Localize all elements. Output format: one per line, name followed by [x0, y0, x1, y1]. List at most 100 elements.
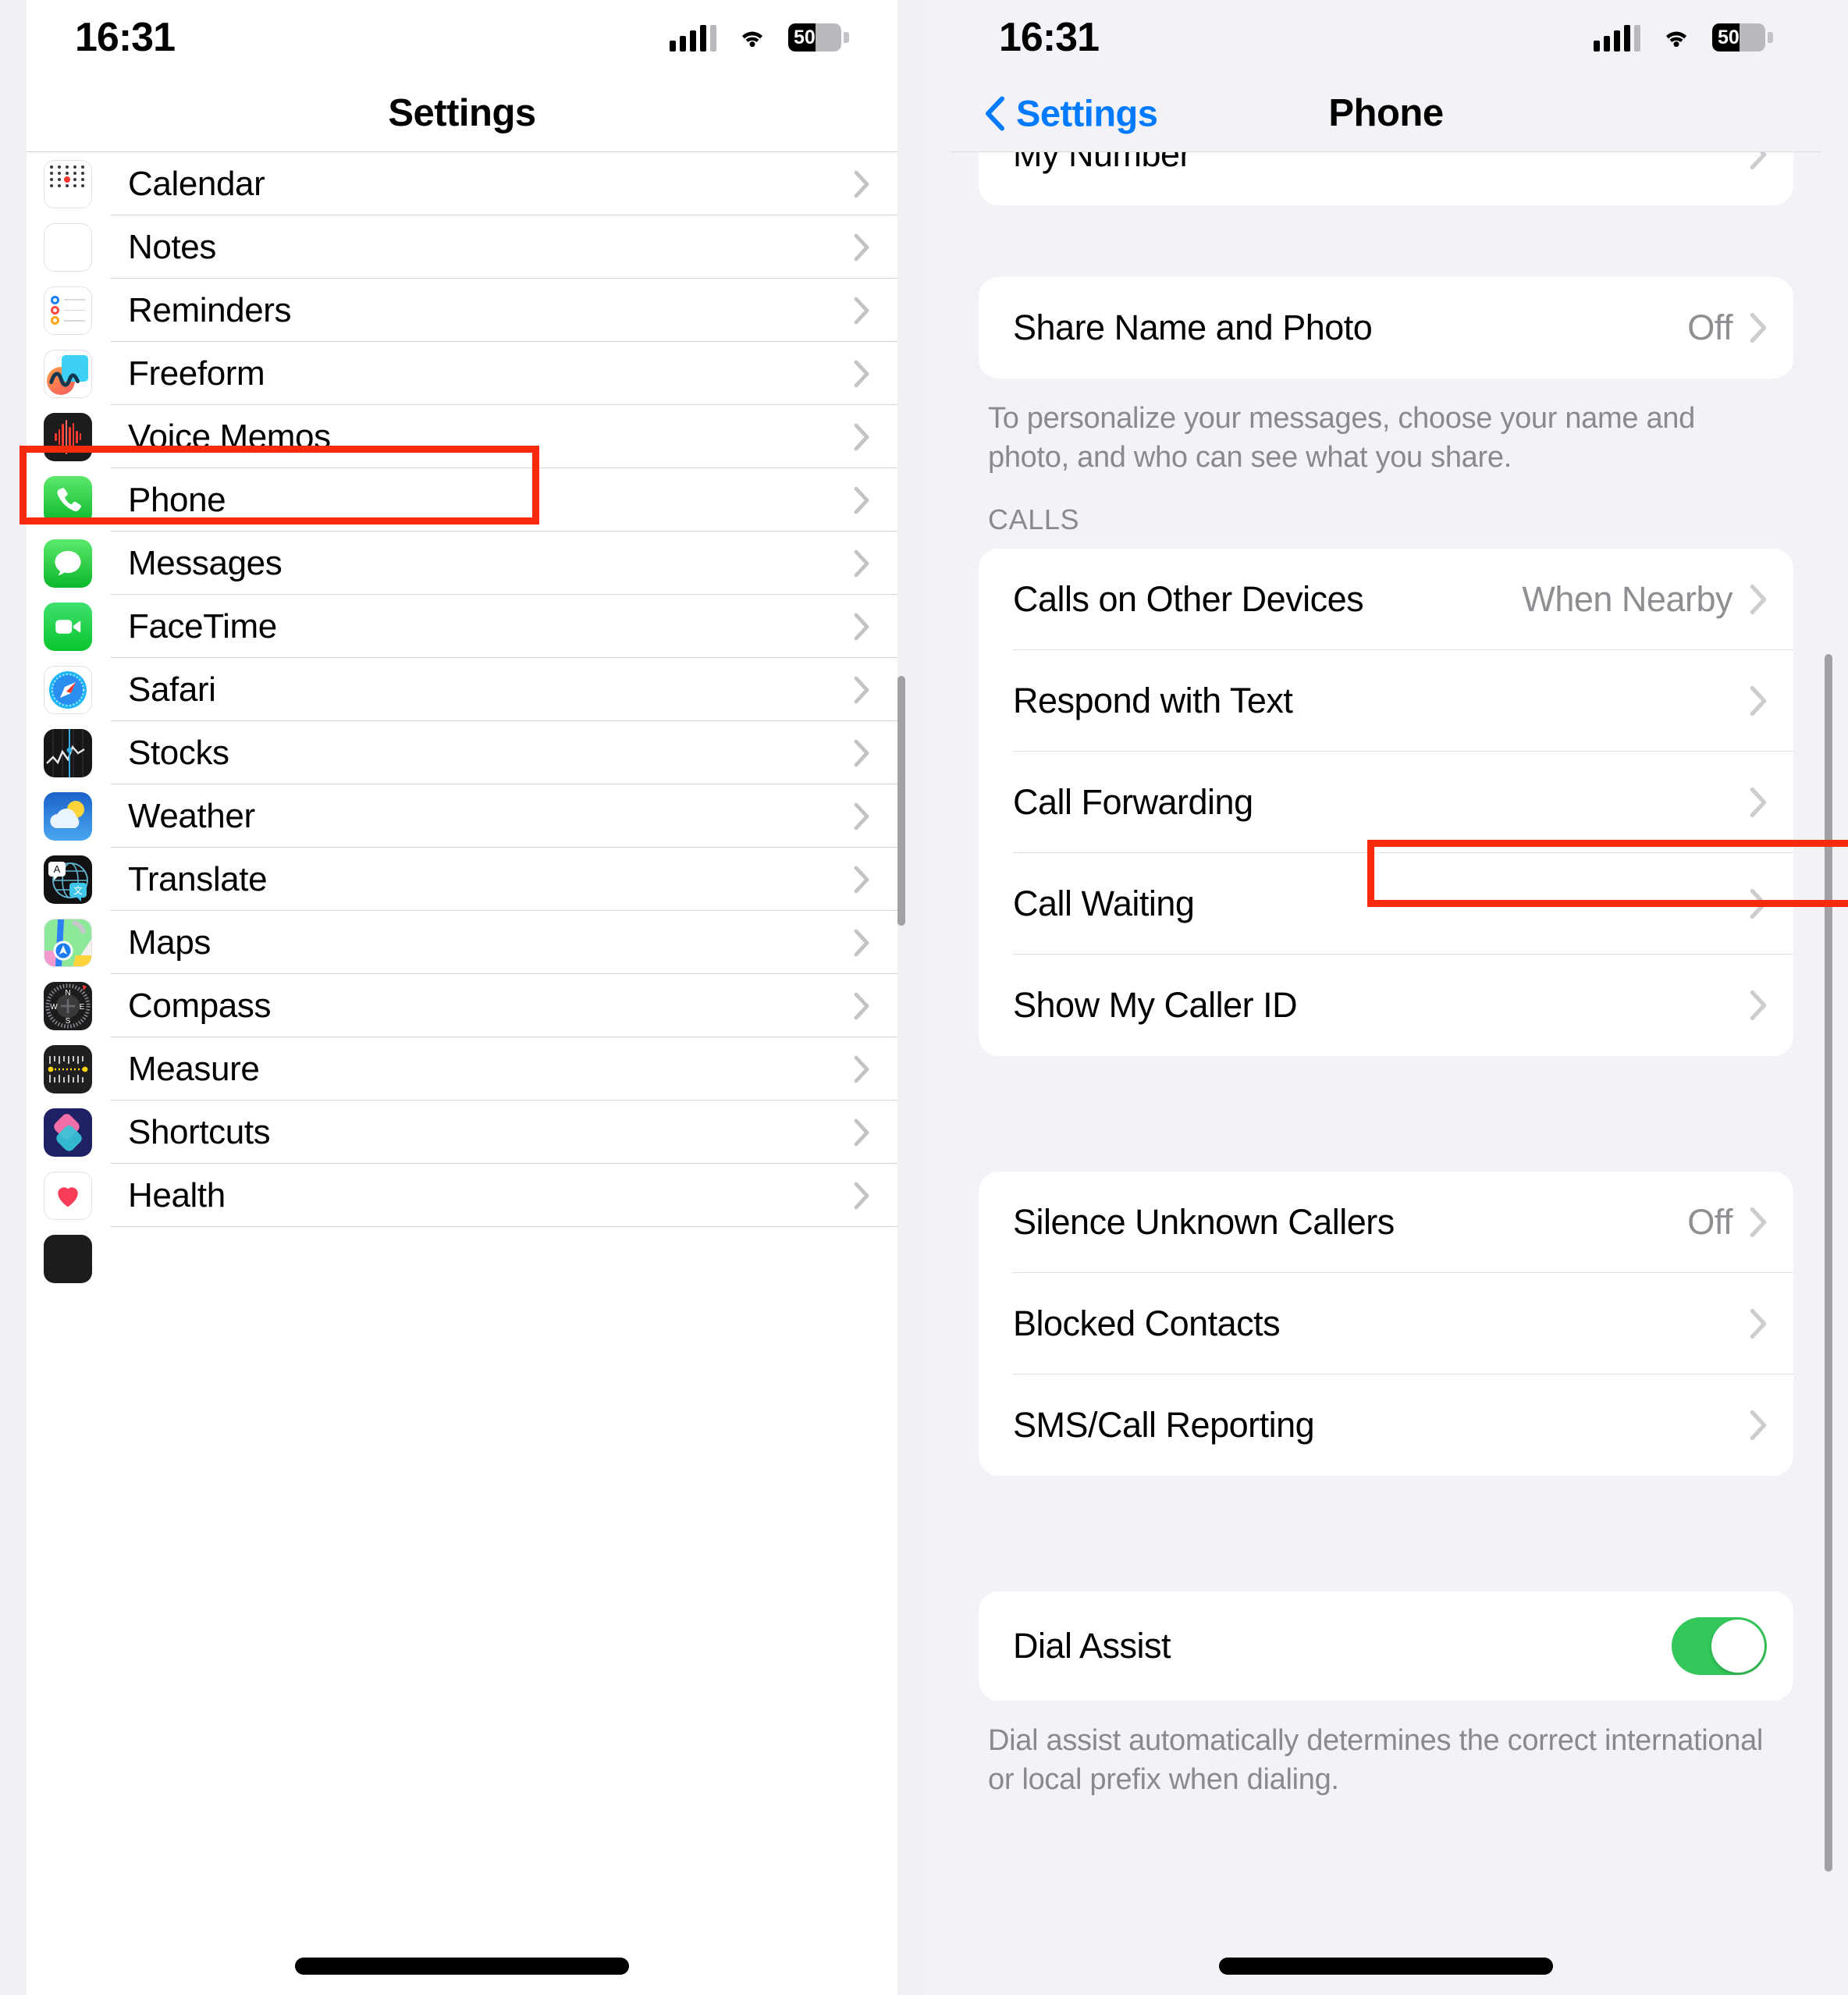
chevron-right-icon: [854, 739, 869, 766]
page-title: Settings: [388, 92, 536, 134]
weather-app-icon: [44, 791, 92, 841]
sidebar-item-label: Notes: [128, 227, 216, 266]
back-button[interactable]: Settings: [985, 92, 1158, 135]
chevron-right-icon: [854, 613, 869, 640]
sidebar-item-facetime[interactable]: FaceTime: [27, 595, 897, 658]
sidebar-item-notes[interactable]: Notes: [27, 215, 897, 279]
sidebar-item-label: Reminders: [128, 290, 292, 329]
row-value: Off: [1687, 1202, 1732, 1243]
sidebar-item-safari[interactable]: Safari: [27, 658, 897, 721]
chevron-right-icon: [1750, 990, 1767, 1021]
svg-text:E: E: [80, 1003, 85, 1012]
battery-icon: 50: [788, 23, 849, 52]
status-bar: 16:31 50: [0, 0, 924, 75]
row-label: Share Name and Photo: [1013, 308, 1373, 347]
partial-app-icon: [44, 1234, 92, 1283]
row-silence-unknown-callers[interactable]: Silence Unknown Callers Off: [979, 1172, 1793, 1274]
sidebar-item-shortcuts[interactable]: Shortcuts: [27, 1101, 897, 1164]
row-label: Silence Unknown Callers: [1013, 1202, 1395, 1243]
left-gutter: [0, 0, 27, 1995]
sidebar-item-label: Maps: [128, 923, 211, 962]
settings-list[interactable]: Calendar Notes Reminders Freeform Voice …: [27, 152, 897, 1995]
row-label: My Number: [1013, 152, 1192, 174]
row-value: When Nearby: [1522, 579, 1732, 620]
row-label: SMS/Call Reporting: [1013, 1405, 1315, 1446]
settings-navbar: Settings: [0, 75, 924, 151]
share-name-photo-card: Share Name and Photo Off: [979, 277, 1793, 379]
sidebar-item-label: Stocks: [128, 733, 229, 772]
chevron-right-icon: [1750, 1410, 1767, 1441]
row-respond-with-text[interactable]: Respond with Text: [979, 650, 1793, 752]
left-scrollbar[interactable]: [897, 676, 905, 926]
row-calls-on-other-devices[interactable]: Calls on Other Devices When Nearby: [979, 549, 1793, 651]
sidebar-item-label: Weather: [128, 796, 255, 835]
sidebar-item-measure[interactable]: Measure: [27, 1037, 897, 1101]
row-dial-assist[interactable]: Dial Assist: [979, 1591, 1793, 1701]
safari-app-icon: [44, 665, 92, 714]
sidebar-item-label: Compass: [128, 986, 272, 1025]
chevron-right-icon: [854, 802, 869, 830]
sidebar-item-freeform[interactable]: Freeform: [27, 342, 897, 405]
battery-percent: 50: [1718, 26, 1740, 48]
left-gutter: [924, 0, 951, 1995]
row-label: Blocked Contacts: [1013, 1303, 1281, 1344]
chevron-right-icon: [854, 992, 869, 1019]
sidebar-item-partial[interactable]: [27, 1227, 897, 1290]
sidebar-item-label: Voice Memos: [128, 417, 331, 456]
settings-screen: 16:31 50 Settings Calendar Notes Reminde…: [0, 0, 924, 1995]
sidebar-item-weather[interactable]: Weather: [27, 784, 897, 848]
battery-percent: 50: [794, 26, 816, 48]
row-my-number[interactable]: My Number: [979, 152, 1793, 205]
chevron-left-icon: [986, 96, 1004, 130]
row-label: Call Forwarding: [1013, 782, 1253, 823]
page-title: Phone: [1328, 92, 1444, 134]
row-sms-call-reporting[interactable]: SMS/Call Reporting: [979, 1374, 1793, 1476]
stocks-app-icon: [44, 728, 92, 777]
sidebar-item-messages[interactable]: Messages: [27, 532, 897, 595]
reminders-app-icon: [44, 286, 92, 335]
sidebar-item-phone[interactable]: Phone: [27, 468, 897, 532]
notes-app-icon: [44, 222, 92, 272]
row-call-waiting[interactable]: Call Waiting: [979, 853, 1793, 955]
sidebar-item-label: Health: [128, 1175, 226, 1214]
chevron-right-icon: [854, 1055, 869, 1083]
home-indicator: [295, 1958, 629, 1975]
chevron-right-icon: [1750, 1207, 1767, 1238]
sidebar-item-voice-memos[interactable]: Voice Memos: [27, 405, 897, 468]
row-call-forwarding[interactable]: Call Forwarding: [979, 752, 1793, 854]
phone-settings-list[interactable]: My Number Share Name and Photo Off To pe…: [951, 152, 1821, 1995]
wifi-icon: [741, 31, 763, 48]
phone-settings-screen: 16:31 50 Settings Phone My Number Share …: [924, 0, 1848, 1995]
home-indicator: [1219, 1958, 1553, 1975]
dial-assist-toggle[interactable]: [1672, 1617, 1767, 1676]
sidebar-item-calendar[interactable]: Calendar: [27, 152, 897, 215]
sidebar-item-reminders[interactable]: Reminders: [27, 279, 897, 342]
calls-card: Calls on Other Devices When Nearby Respo…: [979, 549, 1793, 1057]
sidebar-item-translate[interactable]: A 文 Translate: [27, 848, 897, 911]
chevron-right-icon: [854, 549, 869, 577]
row-share-name-and-photo[interactable]: Share Name and Photo Off: [979, 277, 1793, 379]
sidebar-item-stocks[interactable]: Stocks: [27, 721, 897, 784]
chevron-right-icon: [854, 1118, 869, 1146]
dual-screenshot: 16:31 50 Settings Calendar Notes Reminde…: [0, 0, 1848, 1995]
row-label: Respond with Text: [1013, 681, 1293, 721]
compass-app-icon: N S W E: [44, 981, 92, 1030]
sidebar-item-maps[interactable]: Maps: [27, 911, 897, 974]
chevron-right-icon: [854, 423, 869, 450]
svg-text:S: S: [66, 1017, 71, 1026]
facetime-app-icon: [44, 602, 92, 651]
translate-app-icon: A 文: [44, 855, 92, 904]
my-number-card: My Number: [979, 152, 1793, 205]
messages-app-icon: [44, 539, 92, 588]
sidebar-item-label: Phone: [128, 480, 226, 519]
row-show-my-caller-id[interactable]: Show My Caller ID: [979, 955, 1793, 1056]
row-blocked-contacts[interactable]: Blocked Contacts: [979, 1273, 1793, 1375]
sidebar-item-health[interactable]: Health: [27, 1164, 897, 1227]
sidebar-item-compass[interactable]: N S W E Compass: [27, 974, 897, 1037]
cellular-bars-icon: [1594, 23, 1640, 52]
chevron-right-icon: [1750, 152, 1767, 170]
right-scrollbar[interactable]: [1825, 654, 1832, 1872]
svg-text:A: A: [54, 863, 61, 875]
row-value: Off: [1687, 308, 1732, 347]
share-name-photo-footnote: To personalize your messages, choose you…: [988, 402, 1695, 475]
